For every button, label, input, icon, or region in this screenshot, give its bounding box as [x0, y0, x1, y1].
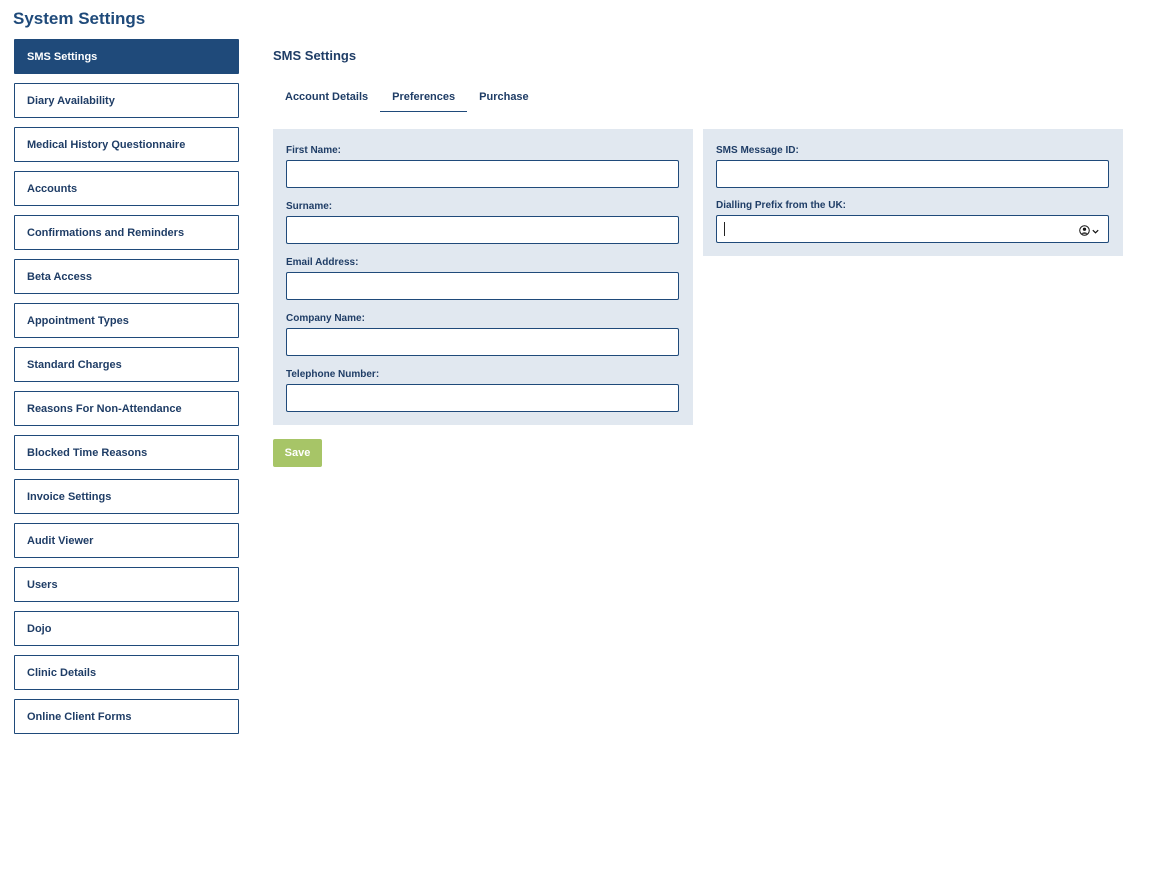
sidebar-item-label: Appointment Types [27, 314, 129, 327]
section-title: SMS Settings [273, 48, 357, 63]
sidebar-item-label: Reasons For Non-Attendance [27, 402, 182, 415]
sidebar-item-label: Standard Charges [27, 358, 122, 371]
sidebar-item-confirmations-reminders[interactable]: Confirmations and Reminders [14, 215, 239, 250]
first-name-label: First Name: [286, 145, 342, 156]
sms-message-id-label: SMS Message ID: [716, 145, 799, 156]
sidebar-item-audit-viewer[interactable]: Audit Viewer [14, 523, 239, 558]
sidebar-item-label: Clinic Details [27, 666, 97, 679]
user-circle-icon[interactable] [1079, 223, 1090, 241]
sidebar-item-blocked-time-reasons[interactable]: Blocked Time Reasons [14, 435, 239, 470]
text-cursor [724, 222, 725, 236]
dialling-prefix-select[interactable] [716, 215, 1109, 243]
sidebar-item-label: Blocked Time Reasons [27, 446, 148, 459]
sidebar-item-label: Online Client Forms [27, 710, 132, 723]
sidebar-item-label: Beta Access [27, 270, 93, 283]
tab-purchase[interactable]: Purchase [467, 85, 541, 112]
sidebar-item-label: Invoice Settings [27, 490, 112, 503]
sidebar-item-label: Users [27, 578, 58, 591]
sidebar-item-online-client-forms[interactable]: Online Client Forms [14, 699, 239, 734]
contact-details-panel: First Name: Surname: Email Address: Comp… [273, 129, 693, 425]
sidebar-item-appointment-types[interactable]: Appointment Types [14, 303, 239, 338]
sidebar-item-beta-access[interactable]: Beta Access [14, 259, 239, 294]
select-icons [1079, 223, 1100, 241]
sidebar-item-label: Confirmations and Reminders [27, 226, 185, 239]
sidebar-item-accounts[interactable]: Accounts [14, 171, 239, 206]
surname-label: Surname: [286, 201, 333, 212]
sms-options-panel: SMS Message ID: Dialling Prefix from the… [703, 129, 1123, 256]
email-input[interactable] [286, 272, 679, 300]
sidebar-item-label: SMS Settings [27, 50, 98, 63]
surname-input[interactable] [286, 216, 679, 244]
sidebar: SMS Settings Diary Availability Medical … [14, 39, 239, 743]
sidebar-item-label: Accounts [27, 182, 78, 195]
sidebar-item-clinic-details[interactable]: Clinic Details [14, 655, 239, 690]
sidebar-item-sms-settings[interactable]: SMS Settings [14, 39, 239, 74]
telephone-label: Telephone Number: [286, 369, 380, 380]
tab-bar: Account Details Preferences Purchase [273, 85, 541, 112]
sidebar-item-diary-availability[interactable]: Diary Availability [14, 83, 239, 118]
sms-message-id-input[interactable] [716, 160, 1109, 188]
first-name-input[interactable] [286, 160, 679, 188]
sidebar-item-label: Audit Viewer [27, 534, 94, 547]
sidebar-item-invoice-settings[interactable]: Invoice Settings [14, 479, 239, 514]
sidebar-item-label: Medical History Questionnaire [27, 138, 186, 151]
sidebar-item-standard-charges[interactable]: Standard Charges [14, 347, 239, 382]
tab-account-details[interactable]: Account Details [273, 85, 380, 112]
tab-preferences[interactable]: Preferences [380, 85, 468, 112]
save-button[interactable]: Save [273, 439, 322, 467]
sidebar-item-dojo[interactable]: Dojo [14, 611, 239, 646]
email-label: Email Address: [286, 257, 359, 268]
chevron-down-icon[interactable] [1091, 223, 1100, 241]
company-name-label: Company Name: [286, 313, 365, 324]
sidebar-item-label: Dojo [27, 622, 52, 635]
sidebar-item-reasons-non-attendance[interactable]: Reasons For Non-Attendance [14, 391, 239, 426]
sidebar-item-label: Diary Availability [27, 94, 115, 107]
sidebar-item-medical-history-questionnaire[interactable]: Medical History Questionnaire [14, 127, 239, 162]
page-title: System Settings [13, 9, 146, 28]
dialling-prefix-label: Dialling Prefix from the UK: [716, 200, 847, 211]
sidebar-item-users[interactable]: Users [14, 567, 239, 602]
company-name-input[interactable] [286, 328, 679, 356]
telephone-input[interactable] [286, 384, 679, 412]
